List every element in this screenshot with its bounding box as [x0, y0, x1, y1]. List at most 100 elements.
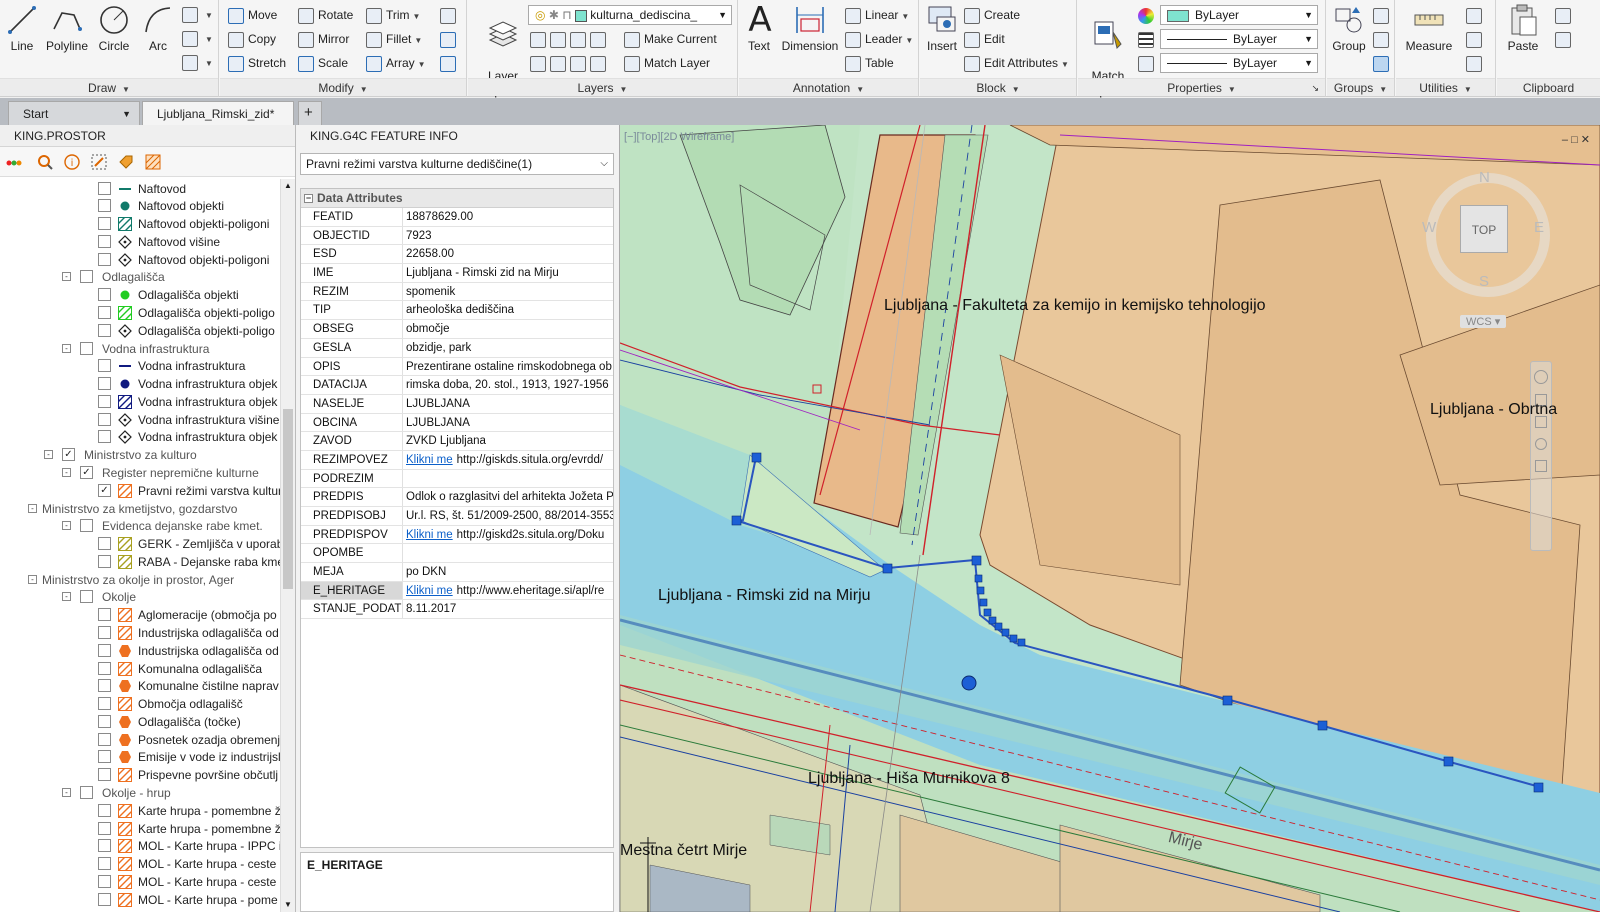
tree-item[interactable]: Naftovod objekti	[4, 197, 280, 215]
layers-status-icon[interactable]	[6, 154, 22, 170]
layer-checkbox[interactable]	[98, 803, 111, 817]
attribute-link[interactable]: Klikni me	[406, 529, 453, 541]
layer-combo[interactable]: ◎ ✱ ⊓ kulturna_dediscina_ ▼	[528, 5, 732, 25]
attribute-row[interactable]: MEJA po DKN	[301, 563, 613, 582]
expand-toggle-icon[interactable]: -	[28, 503, 37, 513]
tree-item[interactable]: - Okolje - hrup	[4, 784, 280, 802]
tree-item[interactable]: Vodna infrastruktura objek	[4, 428, 280, 446]
expand-toggle-icon[interactable]: -	[62, 343, 71, 353]
dimension-button[interactable]: Dimension	[779, 3, 841, 54]
expand-toggle-icon[interactable]: -	[28, 574, 37, 584]
layer-checkbox[interactable]	[98, 199, 111, 213]
edit-attributes-button[interactable]: Edit Attributes ▼	[964, 53, 1069, 73]
attribute-row[interactable]: TIP arheološka dediščina	[301, 301, 613, 321]
offset-button[interactable]	[440, 53, 460, 73]
group-checkbox[interactable]: ✓	[80, 465, 93, 479]
tree-item[interactable]: Naftovod objekti-poligoni	[4, 251, 280, 269]
scroll-down-icon[interactable]: ▼	[281, 898, 295, 912]
viewport-window-buttons[interactable]: – □ ✕	[1562, 133, 1590, 146]
search-icon[interactable]	[37, 154, 53, 170]
tree-item[interactable]: - Ministrstvo za kmetijstvo, gozdarstvo	[4, 500, 280, 518]
attribute-row[interactable]: OPIS Prezentirane ostaline rimskodobnega …	[301, 357, 613, 377]
layer-checkbox[interactable]	[98, 768, 111, 782]
hatch-layer-icon[interactable]	[145, 154, 161, 170]
tree-item[interactable]: Komunalne čistilne naprav	[4, 677, 280, 695]
collapse-icon[interactable]: −	[304, 194, 313, 203]
linear-button[interactable]: Linear ▼	[845, 5, 909, 25]
layer-checkbox[interactable]	[98, 661, 111, 675]
tree-item[interactable]: Emisije v vode iz industrijsl	[4, 748, 280, 766]
tree-item[interactable]: Vodna infrastruktura	[4, 357, 280, 375]
tree-item[interactable]: MOL - Karte hrupa - ceste	[4, 855, 280, 873]
expand-toggle-icon[interactable]: -	[62, 788, 71, 798]
tree-item[interactable]: Odlagališča objekti-poligo	[4, 322, 280, 340]
tree-item[interactable]: Prispevne površine občutlj	[4, 766, 280, 784]
leader-button[interactable]: Leader ▼	[845, 29, 913, 49]
stretch-button[interactable]: Stretch	[228, 53, 286, 73]
line-button[interactable]: Line	[4, 3, 40, 54]
tree-item[interactable]: Komunalna odlagališča	[4, 660, 280, 678]
edit-block-button[interactable]: Edit	[964, 29, 1005, 49]
attribute-row[interactable]: PREDPISPOV Klikni me http://giskd2s.situla…	[301, 525, 613, 545]
text-button[interactable]: A Text	[743, 3, 775, 54]
lineweight-icon-button[interactable]	[1138, 53, 1158, 73]
tree-item[interactable]: Vodna infrastruktura višine	[4, 411, 280, 429]
tree-item[interactable]: - Ministrstvo za okolje in prostor, Ager	[4, 571, 280, 589]
layer-checkbox[interactable]	[98, 537, 111, 551]
attribute-row[interactable]: FEATID 18878629.00	[301, 208, 613, 227]
tree-item[interactable]: Naftovod	[4, 180, 280, 198]
navigation-bar[interactable]	[1530, 361, 1552, 551]
attribute-row[interactable]: E_HERITAGE Klikni me http://www.eheritage.…	[301, 581, 613, 601]
zoom-extent-icon[interactable]	[91, 154, 107, 170]
trim-button[interactable]: Trim ▼	[366, 5, 420, 25]
drawing-canvas[interactable]: [−][Top][2D Wireframe] – □ ✕ TOP N S E W…	[620, 125, 1600, 912]
insert-button[interactable]: Insert	[922, 3, 962, 54]
attribute-link[interactable]: Klikni me	[406, 454, 453, 466]
color-combo[interactable]: ByLayer ▼	[1160, 5, 1318, 25]
array-button[interactable]: Array ▼	[366, 53, 426, 73]
attribute-row[interactable]: GESLA obzidje, park	[301, 338, 613, 358]
expand-toggle-icon[interactable]: -	[62, 272, 71, 282]
tree-item[interactable]: Območja odlagališč	[4, 695, 280, 713]
tree-item[interactable]: MOL - Karte hrupa - IPPC i	[4, 837, 280, 855]
new-tab-button[interactable]: +	[298, 101, 322, 125]
layer-tree-scrollbar[interactable]: ▲ ▼	[280, 179, 295, 912]
attribute-row[interactable]: PODREZIM	[301, 469, 613, 489]
layer-checkbox[interactable]	[98, 217, 111, 231]
rotate-button[interactable]: Rotate	[298, 5, 353, 25]
circle-button[interactable]: Circle	[94, 3, 134, 54]
group-checkbox[interactable]	[80, 590, 93, 604]
make-current-button[interactable]: Make Current	[624, 29, 717, 49]
attribute-row[interactable]: OBJECTID 7923	[301, 226, 613, 246]
layer-checkbox[interactable]	[98, 679, 111, 693]
layer-checkbox[interactable]	[98, 305, 111, 319]
attribute-row[interactable]: OPOMBE	[301, 544, 613, 564]
layer-checkbox[interactable]	[98, 643, 111, 657]
wcs-menu[interactable]: WCS ▾	[1460, 315, 1507, 328]
match-layer-button[interactable]: Match Layer	[624, 53, 710, 73]
layer-checkbox[interactable]	[98, 732, 111, 746]
attribute-row[interactable]: DATACIJA rimska doba, 20. stol., 1913, 19…	[301, 376, 613, 395]
group-checkbox[interactable]	[80, 341, 93, 355]
viewcube-north[interactable]: N	[1479, 169, 1490, 186]
attribute-row[interactable]: NASELJE LJUBLJANA	[301, 394, 613, 414]
expand-toggle-icon[interactable]: -	[62, 521, 71, 531]
group-checkbox[interactable]: ✓	[62, 448, 75, 462]
mirror-button[interactable]: Mirror	[298, 29, 349, 49]
tree-item[interactable]: RABA - Dejanske raba kme	[4, 553, 280, 571]
layer-tools-row2[interactable]	[530, 53, 610, 73]
layer-checkbox[interactable]: ✓	[98, 483, 111, 497]
viewcube-east[interactable]: E	[1534, 219, 1544, 236]
tree-item[interactable]: Vodna infrastruktura objek	[4, 375, 280, 393]
layer-tools-row1[interactable]	[530, 29, 610, 49]
linetype-combo[interactable]: ByLayer ▼	[1160, 29, 1318, 49]
layer-checkbox[interactable]	[98, 181, 111, 195]
group-selection-button[interactable]	[1373, 53, 1393, 73]
tree-item[interactable]: Odlagališča (točke)	[4, 713, 280, 731]
lineweight-combo[interactable]: ByLayer ▼	[1160, 53, 1318, 73]
id-point-button[interactable]	[1466, 29, 1486, 49]
attribute-row[interactable]: ZAVOD ZVKD Ljubljana	[301, 432, 613, 451]
attribute-row[interactable]: REZIM spomenik	[301, 282, 613, 302]
attribute-row[interactable]: REZIMPOVEZ Klikni me http://giskds.situla.…	[301, 450, 613, 470]
fillet-button[interactable]: Fillet ▼	[366, 29, 422, 49]
